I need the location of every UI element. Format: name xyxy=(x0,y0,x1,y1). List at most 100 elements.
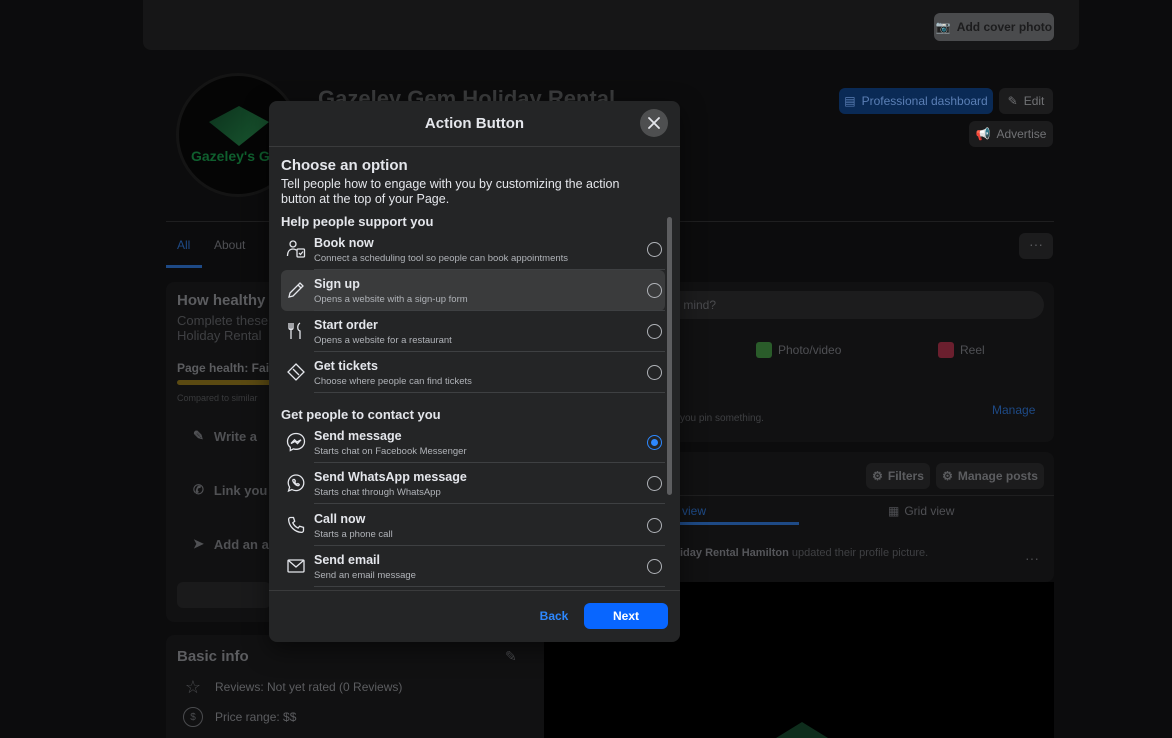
option-label: Send WhatsApp message xyxy=(314,470,467,484)
reviews-text: Reviews: Not yet rated (0 Reviews) xyxy=(215,680,403,694)
link-label: Link you xyxy=(213,482,268,498)
option-label: Send message xyxy=(314,429,402,443)
post-header-text: iday Rental Hamilton updated their profi… xyxy=(680,547,928,559)
envelope-icon xyxy=(286,556,306,576)
professional-dashboard-button[interactable]: ▤ Professional dashboard xyxy=(839,88,993,114)
advertise-button[interactable]: 📢 Advertise xyxy=(969,121,1053,147)
messenger-icon xyxy=(286,432,306,452)
link-item[interactable]: ✆ Link you xyxy=(193,482,267,498)
option-send-email[interactable]: Send email Send an email message xyxy=(281,546,665,587)
phone-icon xyxy=(286,515,306,535)
page-health-status: Page health: Fair xyxy=(177,361,274,375)
radio-send-whatsapp[interactable] xyxy=(647,476,662,491)
cursor-icon: ➤ xyxy=(193,536,204,551)
scrollbar-thumb[interactable] xyxy=(667,217,672,495)
manage-link[interactable]: Manage xyxy=(992,403,1035,417)
action-button-dialog: Action Button Choose an option Tell peop… xyxy=(269,101,680,642)
option-description: Starts chat through WhatsApp xyxy=(314,487,441,498)
post-author[interactable]: iday Rental Hamilton xyxy=(680,547,789,559)
manage-posts-label: Manage posts xyxy=(957,469,1038,483)
tab-all[interactable]: All xyxy=(177,238,190,252)
reel-button[interactable]: Reel xyxy=(938,342,985,358)
option-call-now[interactable]: Call now Starts a phone call xyxy=(281,505,665,546)
back-button[interactable]: Back xyxy=(533,606,575,626)
gear-icon: ⚙ xyxy=(942,469,953,483)
choose-heading: Choose an option xyxy=(281,157,408,174)
option-description: Starts chat on Facebook Messenger xyxy=(314,446,467,457)
divider xyxy=(314,392,665,393)
divider xyxy=(314,586,665,587)
radio-get-tickets[interactable] xyxy=(647,365,662,380)
radio-start-order[interactable] xyxy=(647,324,662,339)
compared-text: Compared to similar xyxy=(177,393,258,403)
health-action-button[interactable] xyxy=(177,582,271,608)
option-send-whatsapp[interactable]: Send WhatsApp message Starts chat throug… xyxy=(281,463,665,504)
option-label: Start order xyxy=(314,318,378,332)
health-progress-bar xyxy=(177,380,273,385)
more-options-button[interactable]: ··· xyxy=(1019,233,1053,259)
tab-about[interactable]: About xyxy=(214,238,245,252)
advertise-label: Advertise xyxy=(996,127,1047,141)
price-text: Price range: $$ xyxy=(215,710,297,724)
filters-button[interactable]: ⚙ Filters xyxy=(866,463,930,489)
reviews-row: ☆ Reviews: Not yet rated (0 Reviews) xyxy=(183,677,402,697)
filters-label: Filters xyxy=(887,469,924,483)
option-label: Sign up xyxy=(314,277,360,291)
option-start-order[interactable]: Start order Opens a website for a restau… xyxy=(281,311,665,352)
composer-input[interactable]: r mind? xyxy=(640,291,1044,319)
radio-call-now[interactable] xyxy=(647,518,662,533)
option-description: Connect a scheduling tool so people can … xyxy=(314,253,569,264)
sliders-icon: ⚙ xyxy=(872,469,883,483)
radio-send-message[interactable] xyxy=(647,435,662,450)
option-description: Send an email message xyxy=(314,570,416,581)
option-label: Call now xyxy=(314,512,366,526)
whatsapp-icon xyxy=(286,473,306,493)
professional-dashboard-label: Professional dashboard xyxy=(861,94,988,108)
active-tab-indicator xyxy=(668,522,799,525)
option-send-message[interactable]: Send message Starts chat on Facebook Mes… xyxy=(281,422,665,463)
add-item[interactable]: ➤ Add an a xyxy=(193,536,269,552)
photo-icon xyxy=(756,342,772,358)
section-title-contact: Get people to contact you xyxy=(281,407,441,422)
calendar-person-icon xyxy=(286,239,306,259)
manage-posts-button[interactable]: ⚙ Manage posts xyxy=(936,463,1044,489)
write-label: Write a xyxy=(213,428,258,444)
close-button[interactable] xyxy=(640,109,668,137)
radio-sign-up[interactable] xyxy=(647,283,662,298)
dollar-icon: $ xyxy=(183,707,203,727)
pinned-text: you pin something. xyxy=(680,413,764,424)
add-cover-photo-button[interactable]: 📷 Add cover photo xyxy=(934,13,1054,41)
options-list[interactable]: Help people support you Book now Connect… xyxy=(269,213,680,590)
next-button[interactable]: Next xyxy=(584,603,668,629)
basic-info-title: Basic info xyxy=(177,648,249,665)
price-row: $ Price range: $$ xyxy=(183,707,296,727)
option-get-tickets[interactable]: Get tickets Choose where people can find… xyxy=(281,352,665,393)
radio-send-email[interactable] xyxy=(647,559,662,574)
tab-grid-view[interactable]: ▦ Grid view xyxy=(888,504,954,518)
option-book-now[interactable]: Book now Connect a scheduling tool so pe… xyxy=(281,229,665,270)
camera-icon: 📷 xyxy=(935,20,951,34)
option-description: Opens a website with a sign-up form xyxy=(314,294,468,305)
pencil-icon xyxy=(286,280,306,300)
option-sign-up[interactable]: Sign up Opens a website with a sign-up f… xyxy=(281,270,665,311)
choose-description: Tell people how to engage with you by cu… xyxy=(281,177,620,206)
health-subtitle: Complete these Holiday Rental xyxy=(177,313,269,343)
active-tab-indicator xyxy=(166,265,202,268)
dialog-header: Action Button xyxy=(269,101,680,147)
add-label: Add an a xyxy=(213,536,269,552)
tab-list-view[interactable]: view xyxy=(682,504,706,518)
write-item[interactable]: ✎ Write a xyxy=(193,428,257,444)
photo-video-button[interactable]: Photo/video xyxy=(756,342,841,358)
fork-knife-icon xyxy=(286,321,306,341)
edit-pencil-icon[interactable]: ✎ xyxy=(505,648,517,665)
compose-icon: ✎ xyxy=(193,428,204,443)
radio-book-now[interactable] xyxy=(647,242,662,257)
option-label: Book now xyxy=(314,236,374,250)
post-more-button[interactable]: ··· xyxy=(1025,550,1039,566)
pencil-icon: ✎ xyxy=(1007,94,1018,108)
option-description: Starts a phone call xyxy=(314,529,393,540)
health-title: How healthy xyxy=(177,292,266,309)
grid-icon: ▦ xyxy=(888,504,900,518)
edit-button[interactable]: ✎ Edit xyxy=(999,88,1053,114)
logo-text: Gazeley's G xyxy=(191,148,270,164)
